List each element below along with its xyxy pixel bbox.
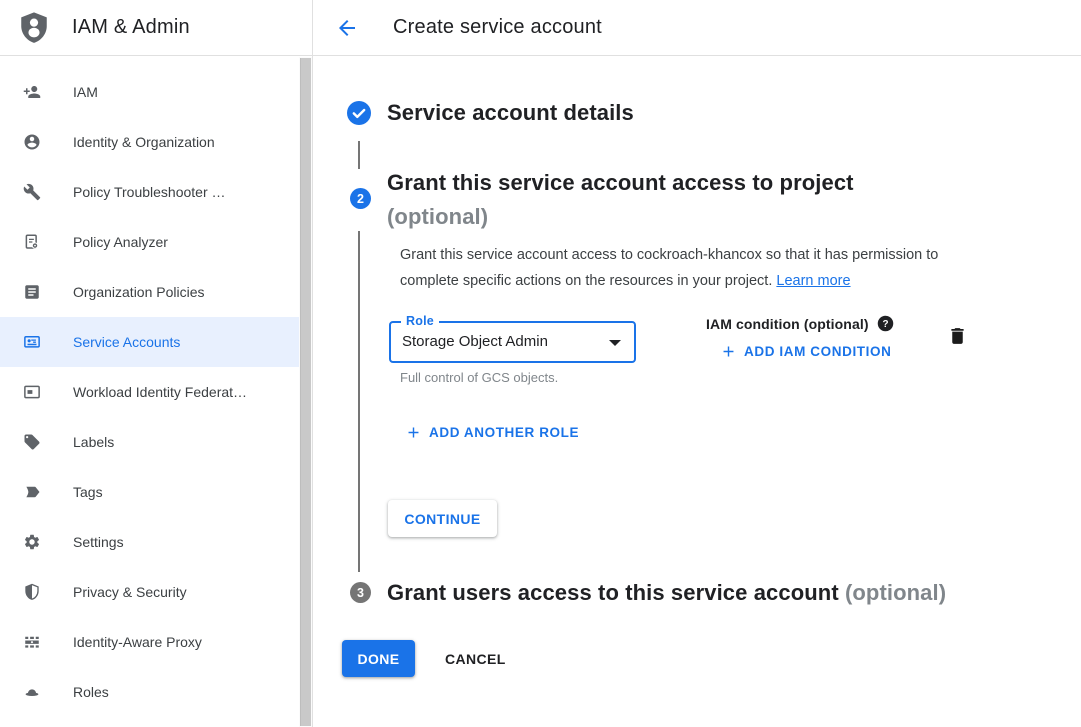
step3-optional-label: (optional)	[845, 580, 946, 605]
trash-icon	[947, 325, 968, 347]
app-header: IAM & Admin	[0, 0, 313, 55]
sidebar-item-label: Identity & Organization	[73, 134, 215, 150]
role-select[interactable]: Role Storage Object Admin	[389, 321, 636, 363]
proxy-icon	[23, 633, 41, 651]
cancel-button[interactable]: CANCEL	[429, 640, 522, 677]
step2-description: Grant this service account access to coc…	[400, 243, 994, 294]
sidebar-item-label: Service Accounts	[73, 334, 180, 350]
account-circle-icon	[23, 133, 41, 151]
hat-icon	[23, 683, 41, 701]
step2-description-text: Grant this service account access to coc…	[400, 247, 938, 289]
iam-condition-help-button[interactable]: ?	[877, 315, 894, 332]
delete-role-button[interactable]	[945, 325, 969, 349]
policy-analyzer-icon	[23, 233, 41, 251]
iam-condition-label: IAM condition (optional)	[706, 316, 869, 332]
sidebar-item-settings[interactable]: Settings	[0, 517, 299, 567]
stepper-connector	[358, 141, 360, 169]
sidebar-item-workload-identity-federation[interactable]: Workload Identity Federat…	[0, 367, 299, 417]
article-icon	[23, 283, 41, 301]
plus-icon	[720, 343, 737, 360]
sidebar-item-service-accounts[interactable]: Service Accounts	[0, 317, 299, 367]
sidebar-item-tags[interactable]: Tags	[0, 467, 299, 517]
add-iam-condition-label: ADD IAM CONDITION	[744, 344, 891, 359]
wrench-icon	[23, 183, 41, 201]
back-button[interactable]	[335, 16, 359, 40]
gear-icon	[23, 533, 41, 551]
sidebar-item-label: Settings	[73, 534, 124, 550]
step2-badge: 2	[350, 188, 371, 209]
create-service-account-page: IAM & Admin Create service account IAM I…	[0, 0, 1081, 727]
sidebar-divider	[312, 0, 313, 727]
sidebar-item-label: Organization Policies	[73, 284, 205, 300]
sidebar-item-policy-analyzer[interactable]: Policy Analyzer	[0, 217, 299, 267]
plus-icon	[405, 424, 422, 441]
step1-title[interactable]: Service account details	[387, 101, 634, 125]
step1-complete-badge	[347, 101, 371, 125]
sidebar-item-label: Policy Analyzer	[73, 234, 168, 250]
id-card-icon	[23, 383, 41, 401]
sidebar-item-iam[interactable]: IAM	[0, 67, 299, 117]
learn-more-link[interactable]: Learn more	[776, 273, 850, 289]
sidebar-scrollbar-thumb[interactable]	[300, 58, 311, 726]
page-header: Create service account	[313, 0, 1081, 55]
app-title: IAM & Admin	[72, 16, 190, 39]
stepper-connector	[358, 231, 360, 572]
sidebar-item-policy-troubleshooter[interactable]: Policy Troubleshooter …	[0, 167, 299, 217]
person-add-icon	[23, 83, 41, 101]
iam-condition-header: IAM condition (optional) ?	[706, 315, 894, 332]
add-another-role-button[interactable]: ADD ANOTHER ROLE	[405, 424, 579, 441]
page-title: Create service account	[393, 16, 602, 39]
sidebar-scrollbar-track	[299, 57, 312, 727]
step2-title: Grant this service account access to pro…	[387, 166, 854, 234]
step2-optional-label: (optional)	[387, 204, 488, 229]
sidebar-item-labels[interactable]: Labels	[0, 417, 299, 467]
shield-half-icon	[23, 583, 41, 601]
sidebar-item-label: Policy Troubleshooter …	[73, 184, 226, 200]
sidebar: IAM Identity & Organization Policy Troub…	[0, 57, 299, 717]
role-helper-text: Full control of GCS objects.	[400, 370, 558, 385]
sidebar-item-identity-organization[interactable]: Identity & Organization	[0, 117, 299, 167]
sidebar-item-label: Tags	[73, 484, 103, 500]
sidebar-item-label: Workload Identity Federat…	[73, 384, 247, 400]
sidebar-item-label: Identity-Aware Proxy	[73, 634, 202, 650]
continue-button[interactable]: CONTINUE	[388, 500, 497, 537]
sidebar-item-roles[interactable]: Roles	[0, 667, 299, 717]
sidebar-item-identity-aware-proxy[interactable]: Identity-Aware Proxy	[0, 617, 299, 667]
service-account-icon	[23, 333, 41, 351]
top-bar: IAM & Admin Create service account	[0, 0, 1081, 56]
dropdown-arrow-icon	[609, 340, 621, 346]
check-circle-icon	[347, 101, 371, 125]
step3-title[interactable]: Grant users access to this service accou…	[387, 581, 946, 605]
sidebar-item-label: Labels	[73, 434, 114, 450]
label-icon	[23, 433, 41, 451]
iam-shield-logo-icon	[17, 10, 51, 46]
role-select-value: Storage Object Admin	[391, 323, 634, 361]
sidebar-item-label: Privacy & Security	[73, 584, 187, 600]
step3-title-text: Grant users access to this service accou…	[387, 580, 839, 605]
main-content: Service account details 2 Grant this ser…	[313, 57, 1081, 727]
back-arrow-icon	[335, 16, 359, 40]
help-glyph: ?	[882, 319, 888, 330]
sidebar-item-label: Roles	[73, 684, 109, 700]
step2-title-text: Grant this service account access to pro…	[387, 170, 854, 195]
help-icon: ?	[877, 315, 894, 332]
add-iam-condition-button[interactable]: ADD IAM CONDITION	[720, 343, 891, 360]
sidebar-item-privacy-security[interactable]: Privacy & Security	[0, 567, 299, 617]
sidebar-item-organization-policies[interactable]: Organization Policies	[0, 267, 299, 317]
sidebar-item-label: IAM	[73, 84, 98, 100]
add-another-role-label: ADD ANOTHER ROLE	[429, 425, 579, 440]
tag-icon	[23, 483, 41, 501]
step3-badge: 3	[350, 582, 371, 603]
done-button[interactable]: DONE	[342, 640, 415, 677]
role-select-label: Role	[401, 314, 439, 328]
